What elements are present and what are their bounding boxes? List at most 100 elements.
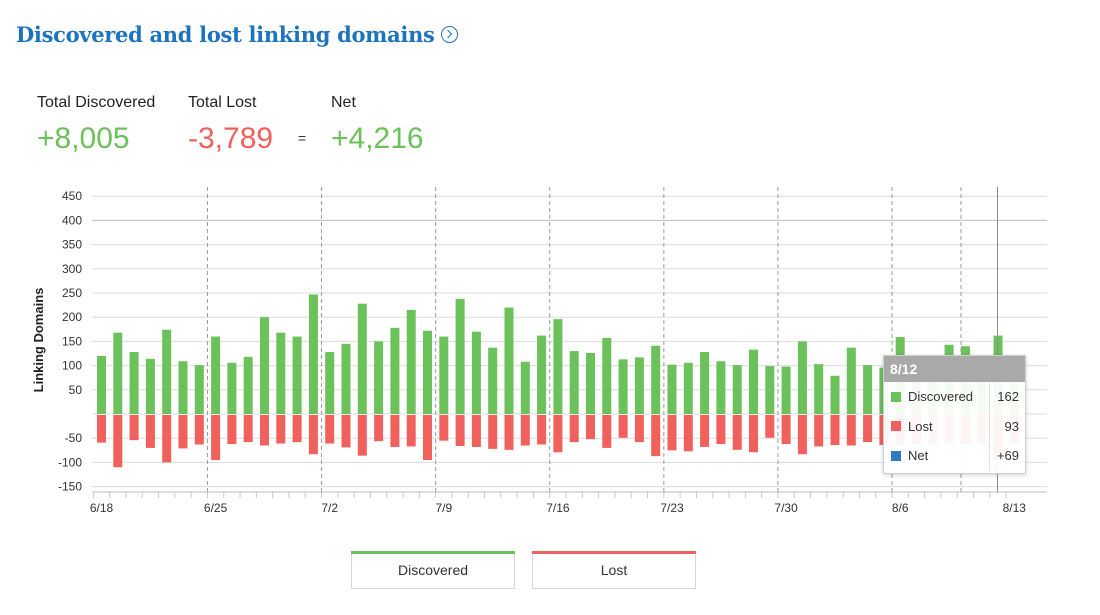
discovered-swatch — [891, 391, 901, 402]
lost-bar — [488, 415, 498, 449]
discovered-bar — [374, 341, 384, 414]
tooltip-row-value: +69 — [989, 441, 1025, 471]
lost-bar — [423, 415, 432, 461]
lost-bar — [227, 415, 237, 445]
x-tick-label: 7/16 — [546, 501, 570, 515]
lost-bar — [602, 415, 612, 448]
legend-label: Lost — [600, 562, 628, 578]
discovered-bar — [97, 355, 106, 414]
lost-bar — [520, 415, 530, 446]
discovered-bar — [537, 335, 547, 414]
discovered-bar — [781, 366, 791, 414]
net-swatch — [891, 450, 901, 461]
x-tick-label: 8/13 — [1003, 501, 1027, 515]
discovered-bar — [830, 375, 840, 414]
discovered-bar — [439, 336, 449, 414]
discovered-bar — [129, 352, 139, 414]
lost-bar — [716, 415, 726, 445]
discovered-bar — [520, 361, 530, 414]
lost-bar — [797, 415, 807, 455]
discovered-bar — [797, 341, 807, 414]
discovered-bar — [586, 353, 595, 414]
lost-bar — [732, 415, 742, 450]
discovered-bar — [211, 336, 221, 414]
discovered-bar — [700, 352, 710, 414]
lost-bar — [113, 415, 123, 468]
y-tick-label: -100 — [58, 455, 82, 469]
lost-bar — [846, 415, 856, 446]
discovered-bar — [732, 365, 742, 414]
discovered-bar — [716, 361, 726, 414]
y-tick-label: 400 — [62, 213, 82, 227]
lost-bar — [260, 415, 269, 446]
discovered-bar — [569, 351, 579, 414]
legend-label: Discovered — [397, 562, 469, 578]
lost-bar — [194, 415, 204, 445]
tooltip-row-value: 162 — [989, 382, 1025, 412]
discovered-bar — [765, 366, 775, 414]
legend-lost-button[interactable]: Lost — [532, 551, 696, 589]
y-tick-label: 50 — [69, 383, 83, 397]
discovered-bar — [341, 343, 351, 414]
tooltip-row-net: Net +69 — [884, 441, 1025, 471]
discovered-bar — [553, 319, 563, 414]
lost-bar — [243, 415, 253, 443]
discovered-bar — [667, 364, 677, 414]
lost-bar — [781, 415, 791, 445]
lost-bar — [439, 415, 449, 441]
discovered-bar — [651, 345, 661, 414]
lost-bar — [618, 415, 628, 438]
discovered-bar — [145, 358, 155, 414]
lost-bar — [765, 415, 775, 438]
lost-color-bar — [532, 551, 696, 554]
lost-bar — [569, 415, 579, 443]
y-tick-label: 450 — [62, 189, 82, 203]
discovered-bar — [308, 294, 318, 414]
y-tick-label: 200 — [62, 310, 82, 324]
lost-bar — [667, 415, 677, 451]
discovered-bar — [162, 329, 172, 414]
lost-bar — [276, 415, 286, 444]
discovered-bar — [618, 359, 628, 414]
lost-bar — [634, 415, 644, 443]
tooltip-row-label: Discovered — [908, 389, 974, 405]
lost-bar — [178, 415, 188, 449]
y-tick-label: 350 — [62, 238, 82, 252]
lost-bar — [357, 415, 367, 456]
discovered-bar — [471, 331, 481, 414]
lost-bar — [129, 415, 139, 441]
lost-bar — [586, 415, 595, 440]
y-tick-label: 150 — [62, 334, 82, 348]
discovered-bar — [846, 347, 856, 414]
tooltip-row-label: Net — [908, 448, 929, 464]
discovered-bar — [260, 317, 269, 414]
discovered-bar — [863, 365, 873, 414]
y-tick-label: 300 — [62, 262, 82, 276]
lost-bar — [553, 415, 563, 453]
x-tick-label: 6/25 — [204, 501, 228, 515]
tooltip-date: 8/12 — [884, 356, 1025, 382]
discovered-bar — [406, 309, 416, 414]
discovered-bar — [357, 303, 367, 414]
lost-bar — [749, 415, 758, 453]
lost-bar — [504, 415, 514, 450]
x-tick-label: 7/9 — [435, 501, 452, 515]
lost-bar — [700, 415, 710, 447]
discovered-bar — [683, 362, 693, 414]
tooltip-row-discovered: Discovered 162 — [884, 382, 1025, 412]
legend-discovered-button[interactable]: Discovered — [351, 551, 515, 589]
lost-bar — [390, 415, 400, 447]
discovered-bar — [423, 330, 432, 414]
tooltip-row-value: 93 — [989, 411, 1025, 441]
lost-bar — [325, 415, 335, 444]
tooltip-row-lost: Lost 93 — [884, 411, 1025, 441]
lost-bar — [97, 415, 106, 443]
x-tick-label: 7/30 — [774, 501, 798, 515]
discovered-bar — [488, 347, 498, 414]
lost-bar — [162, 415, 172, 463]
discovered-bar — [292, 336, 302, 414]
lost-bar — [145, 415, 155, 448]
discovered-bar — [243, 356, 253, 414]
lost-bar — [830, 415, 840, 446]
x-tick-label: 6/18 — [90, 501, 114, 515]
